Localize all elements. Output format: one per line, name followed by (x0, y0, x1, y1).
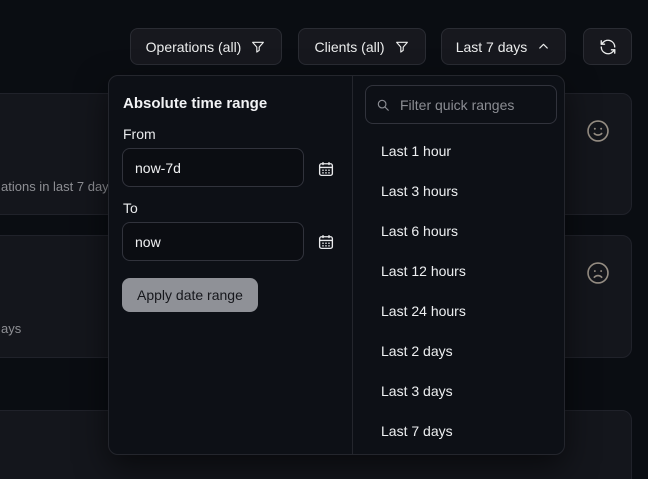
stats-card-subtitle: ays (1, 321, 21, 336)
quick-range-item[interactable]: Last 7 days (353, 411, 564, 451)
quick-range-search[interactable] (365, 85, 557, 124)
quick-range-item[interactable]: Last 1 hour (353, 131, 564, 171)
to-input[interactable] (122, 222, 304, 261)
app-root: ations in last 7 days ays Operations (al… (0, 0, 648, 479)
to-label: To (123, 201, 138, 216)
from-calendar-button[interactable] (315, 158, 337, 180)
quick-range-list: Last 1 hour Last 3 hours Last 6 hours La… (353, 131, 564, 451)
quick-range-item[interactable]: Last 3 hours (353, 171, 564, 211)
quick-range-filter-input[interactable] (398, 96, 546, 114)
calendar-icon (317, 233, 335, 251)
from-label: From (123, 127, 156, 142)
apply-date-range-button[interactable]: Apply date range (122, 278, 258, 312)
clients-filter-button[interactable]: Clients (all) (298, 28, 426, 65)
clients-filter-label: Clients (all) (314, 39, 384, 55)
quick-range-item[interactable]: Last 6 hours (353, 211, 564, 251)
stats-card-subtitle: ations in last 7 days (1, 179, 115, 194)
refresh-button[interactable] (583, 28, 632, 65)
quick-range-item[interactable]: Last 12 hours (353, 251, 564, 291)
refresh-icon (599, 38, 617, 56)
happy-face-icon (585, 118, 611, 144)
filter-funnel-icon (250, 39, 266, 55)
quick-range-item[interactable]: Last 2 days (353, 331, 564, 371)
to-calendar-button[interactable] (315, 231, 337, 253)
quick-range-item[interactable]: Last 24 hours (353, 291, 564, 331)
quick-range-item[interactable]: Last 3 days (353, 371, 564, 411)
absolute-range-title: Absolute time range (123, 96, 267, 112)
filter-funnel-icon (394, 39, 410, 55)
time-range-button[interactable]: Last 7 days (441, 28, 566, 65)
operations-filter-button[interactable]: Operations (all) (130, 28, 282, 65)
absolute-time-range-pane: Absolute time range From To (109, 76, 353, 454)
calendar-icon (317, 160, 335, 178)
search-icon (376, 98, 390, 112)
sad-face-icon (585, 260, 611, 286)
time-range-label: Last 7 days (456, 39, 528, 55)
chevron-up-icon (536, 39, 551, 54)
quick-ranges-pane: Last 1 hour Last 3 hours Last 6 hours La… (353, 76, 564, 454)
time-range-dropdown: Absolute time range From To (108, 75, 565, 455)
operations-filter-label: Operations (all) (146, 39, 242, 55)
from-input[interactable] (122, 148, 304, 187)
